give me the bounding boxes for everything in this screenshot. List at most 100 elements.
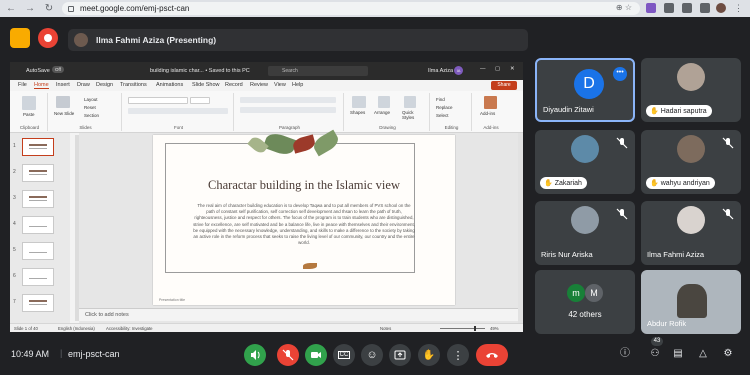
participant-tile[interactable]: Ilma Fahmi Aziza (641, 201, 741, 265)
slide-thumbnail[interactable]: 1 (13, 138, 54, 156)
arrange-icon[interactable] (378, 96, 390, 108)
participant-tile[interactable]: ✋ wahyu andriyan (641, 130, 741, 194)
more-options-button[interactable]: ⋮ (447, 344, 469, 366)
companion-mode-icon[interactable] (10, 28, 30, 48)
zoom-slider[interactable] (440, 328, 485, 329)
select-button[interactable]: Select (436, 113, 449, 118)
back-icon[interactable]: ← (6, 0, 16, 17)
participant-tile[interactable]: Abdur Rofik (641, 270, 741, 334)
chat-icon[interactable]: ▤ (671, 347, 685, 361)
participant-name: Hadari saputra (660, 107, 707, 115)
zoom-slider-handle[interactable] (474, 326, 476, 331)
participant-tile[interactable]: D ••• Diyaudin Zitawi (535, 58, 635, 122)
tab-home[interactable]: Home (34, 82, 49, 89)
file-name: building islamic char... • Saved to this… (150, 68, 250, 74)
tab-animations[interactable]: Animations (156, 82, 183, 88)
drawing-group: Shapes Arrange Quick Styles Drawing (346, 93, 430, 131)
participant-name: wahyu andriyan (660, 179, 710, 187)
notes-button[interactable]: Notes (380, 326, 391, 331)
slide-thumbnail[interactable]: 7 (13, 294, 54, 312)
emoji-icon: ☺ (366, 349, 378, 361)
quick-styles-icon[interactable] (404, 96, 416, 108)
more-options-icon[interactable]: ••• (613, 67, 627, 81)
find-button[interactable]: Find (436, 97, 445, 102)
slide-thumbnail[interactable]: 2 (13, 164, 54, 182)
ribbon-tabs: File Home Insert Draw Design Transitions… (10, 80, 523, 91)
new-slide-icon[interactable] (56, 96, 70, 108)
slide-thumbnail[interactable]: 3 (13, 190, 54, 208)
info-icon[interactable]: ⓘ (618, 347, 632, 361)
participant-tile[interactable]: ✋ Zakariah (535, 130, 635, 194)
host-controls-icon[interactable]: ⚙ (721, 347, 735, 361)
slide-scrollbar[interactable] (518, 133, 523, 323)
extension-icon[interactable] (646, 3, 656, 13)
font-size-field[interactable] (190, 97, 210, 104)
forward-icon[interactable]: → (25, 0, 35, 17)
notes-pane[interactable]: Click to add notes (79, 308, 523, 321)
notes-placeholder: Click to add notes (85, 312, 129, 318)
search-box[interactable]: Search (268, 66, 368, 76)
tab-design[interactable]: Design (96, 82, 113, 88)
share-button[interactable]: Share (491, 81, 517, 90)
raise-hand-button[interactable]: ✋ (418, 344, 440, 366)
leave-call-button[interactable] (476, 344, 508, 366)
address-bar[interactable]: meet.google.com/emj-psct-can ⊕ ☆ (62, 2, 640, 15)
address-bar-icons: ⊕ ☆ (615, 3, 632, 12)
tab-file[interactable]: File (18, 82, 27, 88)
tab-review[interactable]: Review (250, 82, 268, 88)
slide-title: Charactar building in the Islamic view (208, 178, 400, 192)
paste-icon[interactable] (22, 96, 36, 110)
participant-tile[interactable]: ✋ Hadari saputra (641, 58, 741, 122)
replace-button[interactable]: Replace (436, 105, 453, 110)
add-ins-icon[interactable] (484, 96, 497, 109)
emoji-button[interactable]: ☺ (361, 344, 383, 366)
quick-styles-label: Quick Styles (402, 110, 415, 120)
volume-button[interactable] (244, 344, 266, 366)
tab-draw[interactable]: Draw (77, 82, 90, 88)
menu-icon[interactable]: ⋮ (734, 3, 744, 13)
close-icon[interactable]: ✕ (510, 66, 515, 72)
tab-insert[interactable]: Insert (56, 82, 70, 88)
captions-button[interactable]: CC (333, 344, 355, 366)
user-avatar[interactable]: IA (454, 66, 463, 75)
minimize-icon[interactable]: — (480, 66, 486, 72)
participant-name-pill: ✋ Zakariah (540, 177, 587, 189)
shared-screen: AutoSave Off building islamic char... • … (10, 62, 523, 332)
autosave-toggle[interactable]: Off (52, 66, 64, 73)
sidebar-icon[interactable] (700, 3, 710, 13)
tab-view[interactable]: View (274, 82, 286, 88)
paragraph-buttons[interactable] (240, 97, 336, 103)
tab-transitions[interactable]: Transitions (120, 82, 147, 88)
reload-icon[interactable]: ↻ (44, 0, 54, 17)
present-icon (394, 350, 406, 360)
puzzle-icon[interactable] (682, 3, 692, 13)
group-label: Drawing (379, 125, 396, 130)
tab-help[interactable]: Help (292, 82, 303, 88)
reset-button[interactable]: Reset (84, 105, 96, 110)
section-button[interactable]: Section (84, 113, 99, 118)
tab-slide-show[interactable]: Slide Show (192, 82, 220, 88)
layout-button[interactable]: Layout (84, 97, 98, 102)
participant-tile[interactable]: Riris Nur Ariska (535, 201, 635, 265)
avatar (677, 63, 705, 91)
tab-record[interactable]: Record (225, 82, 243, 88)
recording-icon[interactable] (38, 28, 58, 48)
current-slide[interactable]: Charactar building in the Islamic view T… (153, 129, 455, 305)
slide-thumbnail[interactable]: 4 (13, 216, 54, 234)
accessibility-status[interactable]: Accessibility: Investigate (106, 326, 153, 331)
mic-button[interactable] (277, 344, 299, 366)
slide-thumbnail[interactable]: 6 (13, 268, 54, 286)
profile-avatar[interactable] (716, 3, 726, 13)
font-name-field[interactable] (128, 97, 188, 104)
maximize-icon[interactable]: ▢ (495, 66, 500, 72)
people-icon[interactable]: ⚇ (648, 347, 662, 361)
present-button[interactable] (389, 344, 411, 366)
shapes-icon[interactable] (352, 96, 366, 108)
font-format-buttons[interactable] (128, 108, 228, 114)
activities-icon[interactable]: △ (696, 347, 710, 361)
camera-button[interactable] (305, 344, 327, 366)
slide-thumbnail[interactable]: 5 (13, 242, 54, 260)
extension-icon[interactable] (664, 3, 674, 13)
others-tile[interactable]: m M 42 others (535, 270, 635, 334)
alignment-buttons[interactable] (240, 107, 336, 113)
